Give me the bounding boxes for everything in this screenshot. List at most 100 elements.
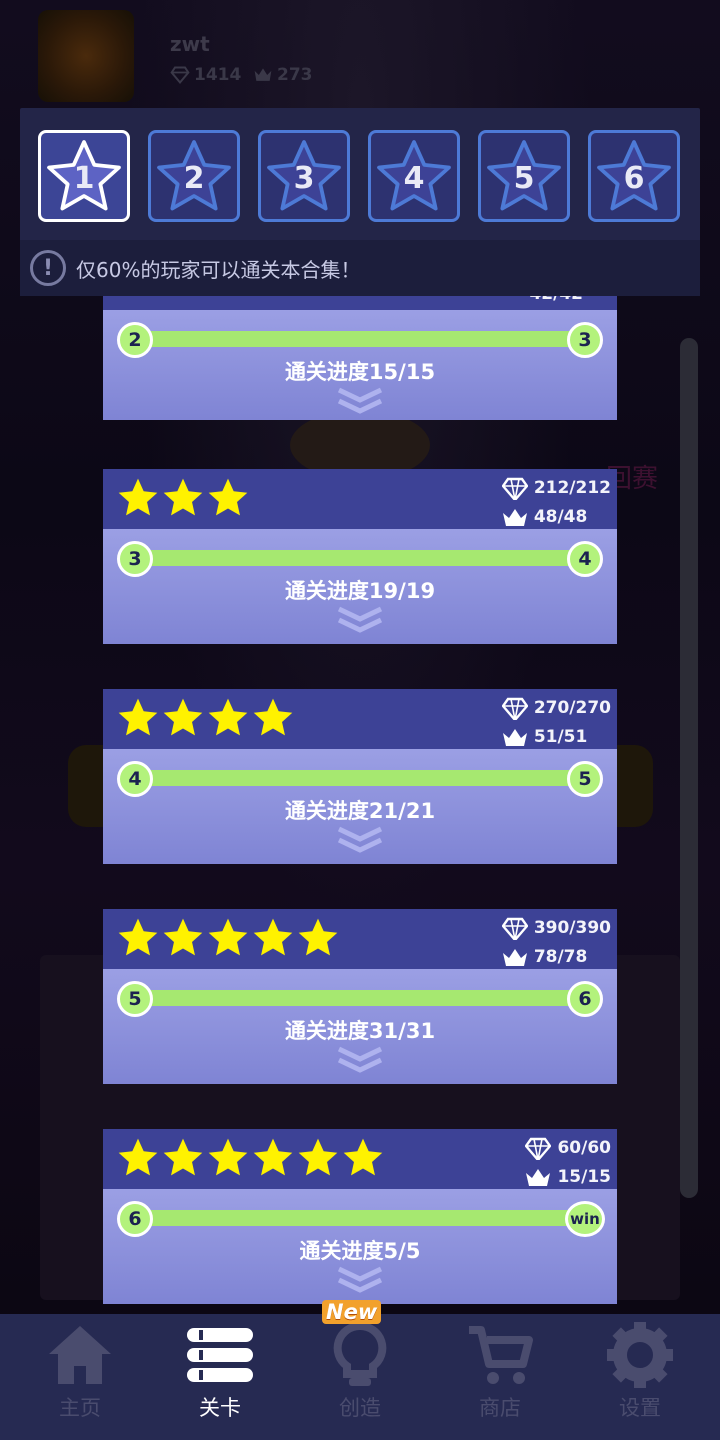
progress-text: 通关进度31/31: [284, 1019, 436, 1043]
nav-item-cart[interactable]: 商店: [430, 1314, 570, 1440]
progress-track: 56: [117, 981, 603, 1017]
collection-tab-3[interactable]: 3: [258, 130, 350, 222]
collection-tab-4[interactable]: 4: [368, 130, 460, 222]
lightbulb-icon: [333, 1321, 387, 1386]
expand-chevron-icon[interactable]: [335, 1045, 385, 1075]
levels-list-icon: [187, 1328, 253, 1382]
star-icon: [253, 918, 293, 956]
expand-chevron-icon[interactable]: [335, 825, 385, 855]
nav-label: 创造: [339, 1396, 381, 1420]
crown-progress: 48/48: [502, 502, 611, 531]
end-level-node: 5: [567, 761, 603, 797]
gem-count: 1414: [170, 65, 241, 85]
start-level-node: 6: [117, 1201, 153, 1237]
gem-progress: 60/60: [525, 1133, 611, 1162]
crown-icon: [502, 508, 527, 526]
progress-bar: [135, 331, 585, 347]
progress-text: 通关进度5/5: [299, 1239, 421, 1263]
card-stats: 270/270 51/51: [501, 693, 611, 751]
progress-bar: [135, 990, 585, 1006]
card-body: 3 4 通关进度19/19: [103, 529, 617, 644]
collection-tabs: 1 2 3 4 5 6: [38, 130, 684, 222]
start-level-node: 3: [117, 541, 153, 577]
nav-item-levels-list[interactable]: 关卡: [150, 1314, 290, 1440]
star-icon: [298, 1138, 338, 1176]
diamond-icon: [501, 917, 528, 940]
gem-progress: 270/270: [501, 693, 611, 722]
progress-text: 通关进度15/15: [284, 360, 436, 384]
nav-label: 关卡: [199, 1396, 241, 1420]
progress-text: 通关进度19/19: [284, 579, 436, 603]
collection-tab-1[interactable]: 1: [38, 130, 130, 222]
crown-progress: 15/15: [525, 1162, 611, 1191]
star-icon: [118, 918, 158, 956]
card-body: 2 3 通关进度15/15: [103, 310, 617, 420]
star-rating: [117, 917, 339, 959]
gem-progress-value: 60/60: [557, 1137, 611, 1158]
card-header: 270/270 51/51: [103, 689, 617, 749]
nav-item-gear[interactable]: 设置: [570, 1314, 710, 1440]
star-rating: [117, 477, 249, 519]
gem-progress: 212/212: [501, 473, 611, 502]
star-icon: [163, 698, 203, 736]
gem-progress-value: 390/390: [533, 917, 611, 938]
tip-bar: ! 仅60%的玩家可以通关本合集！: [20, 240, 700, 296]
star-icon: [298, 918, 338, 956]
start-level-node: 2: [117, 322, 153, 358]
expand-chevron-icon[interactable]: [335, 605, 385, 635]
star-icon: [208, 698, 248, 736]
nav-item-lightbulb[interactable]: 创造: [290, 1314, 430, 1440]
home-icon: [49, 1326, 111, 1384]
expand-chevron-icon[interactable]: [335, 386, 385, 416]
collection-tab-5[interactable]: 5: [478, 130, 570, 222]
level-collection-list[interactable]: 42/42 2 3 通关进度15/15 212/21248/4834通关进度19…: [0, 296, 720, 1314]
collection-tab-6[interactable]: 6: [588, 130, 680, 222]
crown-progress: 78/78: [502, 942, 611, 971]
gear-icon: [607, 1322, 673, 1388]
collection-card-partial[interactable]: 42/42 2 3 通关进度15/15: [103, 296, 617, 420]
collection-tab-panel: 1 2 3 4 5 6 ! 仅60%的玩家可以通关本合集！: [20, 108, 700, 296]
star-icon: [343, 1138, 383, 1176]
collection-card[interactable]: 390/390 78/78 5 6 通关进度31/31: [103, 909, 617, 1084]
star-icon: [253, 1138, 293, 1176]
gem-progress-value: 270/270: [533, 697, 611, 718]
diamond-icon: [501, 477, 528, 500]
start-level-node: 5: [117, 981, 153, 1017]
tip-text: 仅60%的玩家可以通关本合集！: [76, 257, 361, 282]
collection-card[interactable]: 212/212 48/48 3 4 通关进度19/19: [103, 469, 617, 644]
progress-bar: [135, 770, 585, 786]
gem-value: 1414: [194, 65, 242, 85]
diamond-icon: [525, 1137, 552, 1160]
gem-progress: 390/390: [501, 913, 611, 942]
tab-label: 3: [293, 161, 315, 196]
star-icon: [163, 478, 203, 516]
new-badge: New: [322, 1300, 382, 1324]
crown-progress-value: 78/78: [533, 946, 588, 967]
progress-track: 34: [117, 541, 603, 577]
avatar: [38, 10, 134, 102]
crown-progress: 51/51: [502, 722, 611, 751]
end-level-node: 4: [567, 541, 603, 577]
star-rating: [117, 1137, 384, 1179]
nav-item-home[interactable]: 主页: [10, 1314, 150, 1440]
collection-card[interactable]: 270/270 51/51 4 5 通关进度21/21: [103, 689, 617, 864]
star-icon: [163, 1138, 203, 1176]
star-icon: [118, 1138, 158, 1176]
end-level-node: 6: [567, 981, 603, 1017]
tab-label: 6: [623, 161, 645, 196]
card-body: 4 5 通关进度21/21: [103, 749, 617, 864]
card-body: 6 win 通关进度5/5: [103, 1189, 617, 1304]
expand-chevron-icon[interactable]: [335, 1265, 385, 1295]
crown-icon: [254, 68, 272, 81]
star-icon: [208, 918, 248, 956]
profile-header: zwt 1414 273: [38, 10, 398, 105]
progress-track: 6 win: [117, 1201, 605, 1237]
crown-progress: 42/42: [529, 296, 583, 304]
tab-label: 1: [73, 161, 95, 196]
scrollbar[interactable]: [680, 338, 698, 1198]
collection-tab-2[interactable]: 2: [148, 130, 240, 222]
tab-label: 5: [513, 161, 535, 196]
crown-icon: [502, 728, 527, 746]
collection-card[interactable]: 60/60 15/15 6 win 通关进度5/5: [103, 1129, 617, 1304]
card-stats: 390/390 78/78: [501, 913, 611, 971]
